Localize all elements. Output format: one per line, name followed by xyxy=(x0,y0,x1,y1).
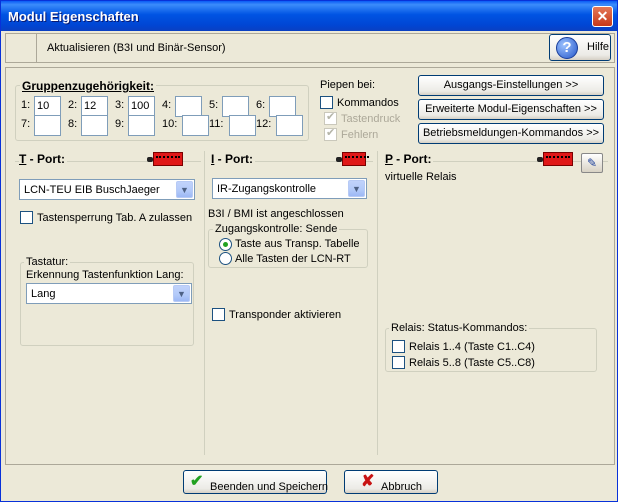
beep-keypress-label: Tastendruck xyxy=(341,113,401,125)
group-slot-label: 9: xyxy=(115,118,125,130)
properties-window: Modul Eigenschaften ✕ Aktualisieren (B3I… xyxy=(0,0,618,502)
group-slot-label: 8: xyxy=(68,118,78,130)
group-slot-label: 4: xyxy=(162,99,172,111)
group-slot-label: 6: xyxy=(256,99,266,111)
group-slot-label: 12: xyxy=(256,118,272,130)
column-divider-1 xyxy=(204,151,205,455)
group-slot-input[interactable] xyxy=(175,96,202,117)
extended-properties-button[interactable]: Erweiterte Modul-Eigenschaften >> xyxy=(418,99,604,120)
status-commands-button[interactable]: Betriebsmeldungen-Kommandos >> xyxy=(418,123,604,144)
group-slot-label: 10: xyxy=(162,118,178,130)
relay-5-8-checkbox[interactable] xyxy=(392,356,405,369)
help-button[interactable]: ? Hilfe xyxy=(549,34,611,61)
option-transp-table-label: Taste aus Transp. Tabelle xyxy=(235,238,360,250)
cross-icon: ✘ xyxy=(361,473,375,490)
key-lock-checkbox[interactable] xyxy=(20,211,33,224)
chevron-down-icon[interactable]: ▼ xyxy=(176,181,193,198)
check-icon: ✔ xyxy=(190,473,204,490)
toolbar-refresh-label: Aktualisieren (B3I und Binär-Sensor) xyxy=(47,42,226,54)
i-port-device-select[interactable]: IR-Zugangskontrolle ▼ xyxy=(212,178,367,199)
group-slot-input[interactable] xyxy=(34,115,61,136)
key-function-value: Lang xyxy=(31,288,56,300)
p-port-connector-icon xyxy=(537,152,573,166)
i-port-device-value: IR-Zugangskontrolle xyxy=(217,183,317,195)
save-and-exit-button[interactable]: ✔ Beenden und Speichern xyxy=(183,470,328,494)
transponder-label: Transponder aktivieren xyxy=(229,309,342,321)
group-slot-input[interactable]: 10 xyxy=(34,96,61,117)
option-all-keys-label: Alle Tasten der LCN-RT xyxy=(235,253,351,265)
group-slot-input[interactable]: 12 xyxy=(81,96,108,117)
group-membership-title: Gruppenzugehörigkeit: xyxy=(20,79,156,93)
t-port-connector-icon xyxy=(147,152,183,166)
cancel-label: Abbruch xyxy=(381,481,422,493)
chevron-down-icon[interactable]: ▼ xyxy=(348,180,365,197)
cancel-button[interactable]: ✘ Abbruch xyxy=(344,470,438,494)
help-icon: ? xyxy=(556,37,578,59)
group-slot-input[interactable] xyxy=(269,96,296,117)
window-title: Modul Eigenschaften xyxy=(8,9,139,24)
group-slot-input[interactable] xyxy=(182,115,209,136)
group-slot-label: 7: xyxy=(21,118,31,130)
t-port-title: T - Port: xyxy=(19,152,68,166)
help-label: Hilfe xyxy=(587,41,610,53)
group-slot-input[interactable] xyxy=(276,115,303,136)
relay-status-title: Relais: Status-Kommandos: xyxy=(389,322,530,334)
b3i-connected-text: B3I / BMI ist angeschlossen xyxy=(208,208,344,220)
close-button[interactable]: ✕ xyxy=(592,6,613,27)
group-slot-input[interactable] xyxy=(229,115,256,136)
chevron-down-icon[interactable]: ▼ xyxy=(173,285,190,302)
group-slot-input[interactable] xyxy=(81,115,108,136)
group-slot-input[interactable]: 100 xyxy=(128,96,155,117)
status-commands-label: Betriebsmeldungen-Kommandos >> xyxy=(422,127,600,139)
relay-1-4-checkbox[interactable] xyxy=(392,340,405,353)
access-control-title: Zugangskontrolle: Sende xyxy=(213,223,340,235)
close-icon: ✕ xyxy=(596,8,609,24)
key-lock-label: Tastensperrung Tab. A zulassen xyxy=(37,212,193,224)
beep-errors-checkbox[interactable]: ✔ xyxy=(324,127,337,141)
group-slot-label: 1: xyxy=(21,99,31,111)
beep-commands-label: Kommandos xyxy=(337,97,399,109)
option-all-keys-radio[interactable] xyxy=(219,252,232,265)
column-divider-2 xyxy=(377,151,378,455)
group-slot-input[interactable] xyxy=(128,115,155,136)
i-port-connector-icon xyxy=(336,152,369,166)
beep-errors-label: Fehlern xyxy=(341,129,379,141)
beep-keypress-checkbox[interactable]: ✔ xyxy=(324,111,337,125)
group-slot-label: 5: xyxy=(209,99,219,111)
p-port-title: P - Port: xyxy=(385,152,434,166)
virtual-relays-subtitle: virtuelle Relais xyxy=(385,171,457,183)
key-function-label: Erkennung Tastenfunktion Lang: xyxy=(26,269,184,281)
relay-1-4-label: Relais 1..4 (Taste C1..C4) xyxy=(409,341,535,353)
title-bar[interactable]: Modul Eigenschaften ✕ xyxy=(1,1,617,31)
group-slot-label: 3: xyxy=(115,99,125,111)
group-slot-label: 11: xyxy=(209,118,224,130)
group-slot-input[interactable] xyxy=(222,96,249,117)
group-slot-label: 2: xyxy=(68,99,78,111)
t-port-device-value: LCN-TEU EIB BuschJaeger xyxy=(24,184,160,196)
save-and-exit-label: Beenden und Speichern xyxy=(210,481,329,493)
beep-commands-checkbox[interactable] xyxy=(320,96,333,109)
toolbar-blank-button[interactable] xyxy=(7,34,37,62)
transponder-checkbox[interactable] xyxy=(212,308,225,321)
t-port-device-select[interactable]: LCN-TEU EIB BuschJaeger ▼ xyxy=(19,179,195,200)
relay-5-8-label: Relais 5..8 (Taste C5..C8) xyxy=(409,357,535,369)
key-function-select[interactable]: Lang ▼ xyxy=(26,283,192,304)
i-port-title: I - Port: xyxy=(211,152,256,166)
output-settings-label: Ausgangs-Einstellungen >> xyxy=(443,79,579,91)
extended-properties-label: Erweiterte Modul-Eigenschaften >> xyxy=(425,103,597,115)
option-transp-table-radio[interactable] xyxy=(219,238,232,251)
edit-icon[interactable]: ✎ xyxy=(581,153,603,173)
output-settings-button[interactable]: Ausgangs-Einstellungen >> xyxy=(418,75,604,96)
beep-title: Piepen bei: xyxy=(320,79,376,91)
keyboard-title: Tastatur: xyxy=(24,256,71,268)
